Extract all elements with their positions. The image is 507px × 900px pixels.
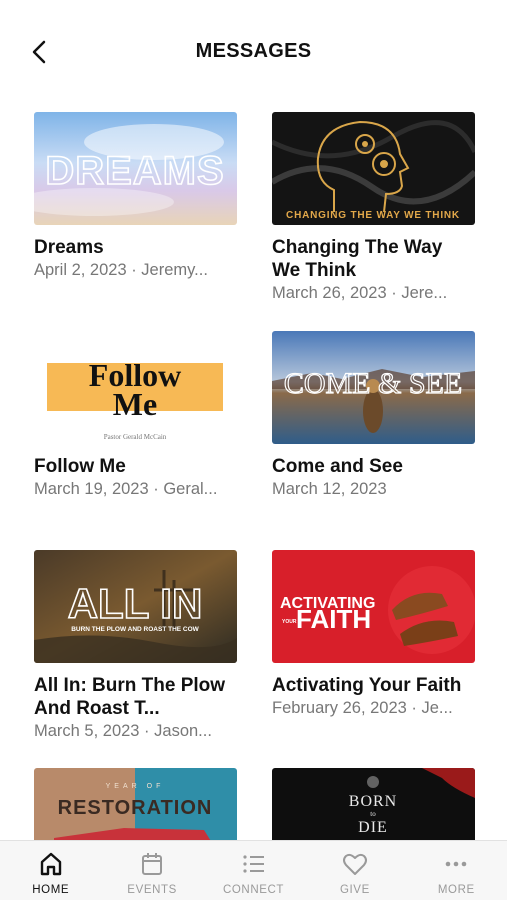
tab-connect[interactable]: CONNECT xyxy=(203,841,304,900)
art-title: DREAMS xyxy=(45,149,224,193)
message-thumbnail: ACTIVATING YOUR FAITH xyxy=(272,550,475,663)
message-thumbnail: DREAMS xyxy=(34,112,237,225)
tab-label: EVENTS xyxy=(127,884,177,896)
art-small: YOUR xyxy=(282,619,297,625)
message-date-speaker: March 26, 2023 · Jere... xyxy=(272,284,448,302)
message-card-restoration[interactable]: YEAR OF RESTORATION xyxy=(34,768,237,842)
more-icon xyxy=(446,861,467,867)
tab-home[interactable]: HOME xyxy=(0,841,101,900)
message-card-dreams[interactable]: DREAMS Dreams April 2, 2023 · Jeremy... xyxy=(34,112,237,281)
art-title: COME & SEE xyxy=(284,367,462,400)
art-title: CHANGING THE WAY WE THINK xyxy=(286,210,460,221)
header: MESSAGES xyxy=(0,0,507,100)
message-title: Follow Me xyxy=(34,456,126,477)
message-thumbnail: COME & SEE xyxy=(272,331,475,444)
tab-label: CONNECT xyxy=(222,884,285,896)
message-card-all-in[interactable]: ALL IN BURN THE PLOW AND ROAST THE COW A… xyxy=(34,550,237,742)
art-subtitle: Pastor Gerald McCain xyxy=(104,433,167,441)
messages-grid: DREAMS Dreams April 2, 2023 · Jeremy... … xyxy=(0,0,507,842)
art-subtitle: BURN THE PLOW AND ROAST THE COW xyxy=(71,626,199,633)
tab-bar: HOME EVENTS CONNECT GIVE MORE xyxy=(0,840,507,900)
art-title: RESTORATION xyxy=(58,797,213,819)
message-title: All In: Burn The Plow And Roast T... xyxy=(34,675,226,719)
message-card-come-and-see[interactable]: COME & SEE Come and See March 12, 2023 xyxy=(272,331,475,500)
art-small: to xyxy=(370,810,376,818)
heart-icon xyxy=(342,853,367,875)
tab-events[interactable]: EVENTS xyxy=(101,841,202,900)
art-small: YEAR OF xyxy=(106,783,165,790)
message-card-changing[interactable]: CHANGING THE WAY WE THINK Changing The W… xyxy=(272,112,475,304)
message-thumbnail: Follow Me Pastor Gerald McCain xyxy=(34,331,237,444)
art-title-line2: Me xyxy=(113,386,157,422)
message-thumbnail: BORN to DIE xyxy=(272,768,475,842)
message-card-activating-faith[interactable]: ACTIVATING YOUR FAITH Activating Your Fa… xyxy=(272,550,475,719)
message-thumbnail: CHANGING THE WAY WE THINK xyxy=(272,112,475,225)
message-date-speaker: April 2, 2023 · Jeremy... xyxy=(34,261,208,279)
message-thumbnail: YEAR OF RESTORATION xyxy=(34,768,237,842)
message-title: Come and See xyxy=(272,456,403,477)
message-date-speaker: March 12, 2023 xyxy=(272,480,387,498)
tab-more[interactable]: MORE xyxy=(406,841,507,900)
art-title: BORN xyxy=(349,793,397,810)
calendar-icon xyxy=(142,853,163,875)
message-date-speaker: February 26, 2023 · Je... xyxy=(272,699,453,717)
message-card-follow-me[interactable]: Follow Me Pastor Gerald McCain Follow Me… xyxy=(34,331,237,500)
art-title: ALL IN xyxy=(68,580,203,627)
tab-label: MORE xyxy=(437,884,475,896)
message-date-speaker: March 5, 2023 · Jason... xyxy=(34,722,212,740)
message-title: Activating Your Faith xyxy=(272,675,462,696)
tab-give[interactable]: GIVE xyxy=(304,841,405,900)
tab-label: GIVE xyxy=(339,884,370,896)
home-icon xyxy=(40,852,61,876)
message-title: Changing The Way We Think xyxy=(272,237,443,281)
message-title: Dreams xyxy=(34,237,104,258)
art-title-2: DIE xyxy=(358,819,388,836)
art-title-2: FAITH xyxy=(296,604,371,634)
page-title: MESSAGES xyxy=(195,40,312,62)
list-icon xyxy=(242,855,264,873)
message-card-born-to-die[interactable]: BORN to DIE xyxy=(272,768,475,842)
message-date-speaker: March 19, 2023 · Geral... xyxy=(34,480,218,498)
tab-label: HOME xyxy=(32,884,70,896)
message-thumbnail: ALL IN BURN THE PLOW AND ROAST THE COW xyxy=(34,550,237,663)
